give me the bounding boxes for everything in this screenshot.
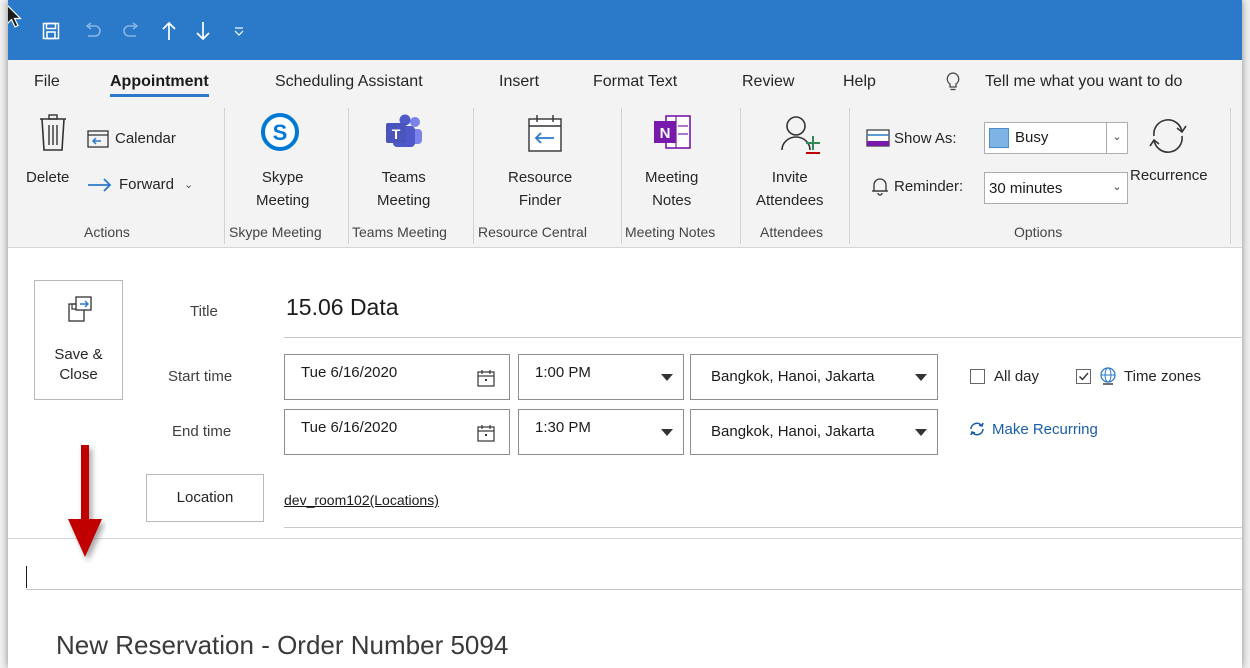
text-cursor (26, 566, 27, 588)
calendar-picker-icon (477, 370, 495, 387)
show-as-select[interactable]: Busy ⌄ (984, 122, 1128, 154)
time-zones-checkbox[interactable] (1076, 369, 1091, 384)
previous-item-icon[interactable] (156, 18, 182, 44)
start-time-label: Start time (168, 368, 233, 385)
chevron-down-icon: ⌄ (1106, 123, 1127, 153)
meeting-notes-button[interactable]: Meeting Notes (645, 166, 698, 212)
teams-meeting-button[interactable]: Teams Meeting (377, 166, 430, 212)
end-time-select[interactable]: 1:30 PM (518, 409, 684, 455)
recurrence-button[interactable]: Recurrence (1130, 164, 1208, 187)
forward-arrow-icon (88, 177, 112, 192)
undo-icon[interactable] (80, 18, 106, 44)
svg-text:N: N (660, 125, 671, 142)
show-as-icon (866, 129, 890, 147)
lightbulb-icon (946, 72, 960, 97)
invite-attendees-icon[interactable] (780, 114, 820, 159)
appointment-window: File Appointment Scheduling Assistant In… (8, 0, 1242, 668)
next-item-icon[interactable] (190, 18, 216, 44)
divider (473, 108, 474, 244)
globe-icon (1098, 366, 1118, 391)
reminder-label: Reminder: (870, 176, 963, 196)
start-timezone-select[interactable]: Bangkok, Hanoi, Jakarta (690, 354, 938, 400)
resource-finder-icon[interactable] (528, 114, 562, 157)
tab-appointment[interactable]: Appointment (110, 73, 209, 97)
dropdown-arrow-icon (661, 429, 673, 436)
make-recurring-link[interactable]: Make Recurring (968, 420, 1098, 438)
group-label-options: Options (1014, 224, 1063, 240)
divider (1230, 108, 1231, 244)
mouse-pointer-icon (8, 2, 26, 32)
customize-toolbar-icon[interactable] (226, 18, 252, 44)
skype-icon[interactable]: S (260, 112, 300, 157)
delete-button[interactable]: Delete (26, 166, 69, 189)
red-arrow-icon (64, 445, 106, 568)
forward-button[interactable]: Forward ⌄ (87, 176, 193, 193)
teams-icon[interactable]: T (384, 114, 424, 155)
calendar-picker-icon (477, 425, 495, 442)
divider (621, 108, 622, 244)
tab-help[interactable]: Help (843, 73, 876, 91)
calendar-icon (87, 130, 109, 148)
title-bar (8, 0, 1242, 60)
all-day-checkbox[interactable] (970, 369, 985, 384)
tell-me-search[interactable]: Tell me what you want to do (985, 73, 1182, 91)
tab-format-text[interactable]: Format Text (593, 73, 677, 91)
end-date-picker[interactable]: Tue 6/16/2020 (284, 409, 510, 455)
dropdown-arrow-icon (915, 374, 927, 381)
calendar-button[interactable]: Calendar (87, 128, 176, 148)
save-close-icon (68, 296, 92, 322)
dropdown-arrow-icon (915, 429, 927, 436)
divider (224, 108, 225, 244)
group-label-attendees: Attendees (760, 224, 824, 240)
group-label-resource-central: Resource Central (478, 224, 587, 240)
onenote-icon[interactable]: N (652, 114, 692, 155)
group-label-meeting-notes: Meeting Notes (625, 224, 716, 240)
reminder-select[interactable]: 30 minutes ⌄ (984, 172, 1128, 204)
tab-insert[interactable]: Insert (499, 73, 539, 91)
bell-icon (872, 178, 888, 196)
title-label: Title (190, 303, 218, 320)
location-input[interactable]: dev_room102(Locations) (284, 492, 439, 508)
tab-review[interactable]: Review (742, 73, 794, 91)
location-underline (284, 527, 1242, 528)
group-label-actions: Actions (84, 224, 130, 240)
svg-text:S: S (273, 120, 288, 145)
svg-text:T: T (392, 126, 401, 142)
save-icon[interactable] (38, 18, 64, 44)
title-input[interactable]: 15.06 Data (286, 294, 399, 321)
location-button[interactable]: Location (146, 474, 264, 522)
redo-icon[interactable] (118, 18, 144, 44)
divider (740, 108, 741, 244)
body-rule (26, 589, 1242, 590)
trash-icon[interactable] (38, 114, 68, 157)
title-underline (284, 337, 1242, 338)
invite-attendees-button[interactable]: Invite Attendees (756, 166, 824, 212)
skype-meeting-button[interactable]: Skype Meeting (256, 166, 309, 212)
dropdown-arrow-icon (661, 374, 673, 381)
show-as-label: Show As: (866, 128, 957, 148)
end-timezone-select[interactable]: Bangkok, Hanoi, Jakarta (690, 409, 938, 455)
all-day-label: All day (994, 368, 1040, 385)
start-time-select[interactable]: 1:00 PM (518, 354, 684, 400)
chevron-down-icon: ⌄ (1112, 181, 1122, 193)
time-zones-label: Time zones (1124, 368, 1201, 385)
body-text[interactable]: New Reservation - Order Number 5094 (56, 630, 508, 661)
divider (849, 108, 850, 244)
chevron-down-icon: ⌄ (184, 179, 194, 191)
end-time-label: End time (172, 423, 232, 440)
tab-file[interactable]: File (34, 73, 60, 91)
recurrence-icon[interactable] (1146, 114, 1190, 163)
start-date-picker[interactable]: Tue 6/16/2020 (284, 354, 510, 400)
divider (348, 108, 349, 244)
group-label-skype: Skype Meeting (229, 224, 322, 240)
ribbon-tabs: File Appointment Scheduling Assistant In… (8, 60, 1242, 102)
recurring-icon (970, 422, 984, 436)
ribbon: Delete Calendar Forward ⌄ Actions S Skyp… (8, 102, 1242, 248)
group-label-teams: Teams Meeting (352, 224, 447, 240)
tab-scheduling-assistant[interactable]: Scheduling Assistant (275, 73, 423, 91)
resource-finder-button[interactable]: Resource Finder (508, 166, 572, 212)
busy-swatch (989, 128, 1009, 148)
body-divider (8, 538, 1242, 539)
save-close-button[interactable]: Save & Close (34, 280, 123, 400)
